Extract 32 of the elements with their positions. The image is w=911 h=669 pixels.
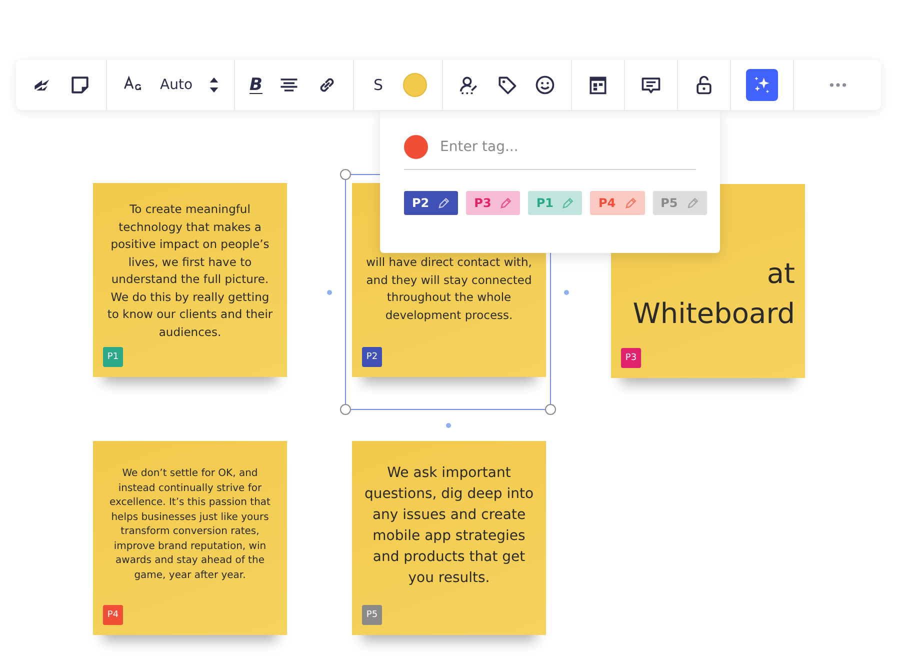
note-text: We don’t settle for OK, and instead continually strive for excellence. It’s this passion that helps businesses just like yours transform conversion rates, improve brand reputation, win awards and stay ahead of the game, year after year. (108, 467, 272, 582)
bold-button[interactable]: B (250, 75, 262, 95)
note-text: We ask important questions, dig deep into any issues and create mobile app strategies and products that get you results. (363, 464, 535, 588)
resize-handle[interactable] (340, 404, 351, 415)
connector-dot[interactable] (564, 290, 569, 295)
connector-dot[interactable] (327, 290, 332, 295)
sticky-note[interactable]: To create meaningful technology that makes a positive impact on people’s lives, we first have to understand the full picture. We do this by really getting to know our clients and their audiences. P1 (93, 183, 287, 377)
emoji-icon[interactable] (534, 74, 556, 96)
tag-chip[interactable]: P2 (404, 191, 458, 215)
note-text: To create meaningful technology that makes a positive impact on people’s lives, we first have to understand the full picture. We do this by really getting to know our clients and their audiences. (106, 201, 274, 340)
sticky-note[interactable]: We ask important questions, dig deep into any issues and create mobile app strategies and products that get you results. P5 (352, 441, 546, 635)
color-swatch[interactable] (403, 73, 428, 97)
note-tag: P4 (103, 605, 123, 625)
note-text: at Whiteboard (632, 256, 796, 332)
note-text: will have direct contact with, and they will stay connected throughout the whole development process. (365, 254, 533, 324)
layout-icon[interactable] (587, 74, 610, 96)
pencil-icon[interactable] (437, 196, 450, 210)
resize-handle[interactable] (340, 169, 351, 180)
note-tag: P3 (621, 348, 641, 368)
note-tag: P1 (103, 347, 123, 367)
more-icon[interactable] (828, 82, 846, 88)
sticky-note-icon[interactable] (69, 74, 91, 96)
note-tag: P2 (362, 347, 382, 367)
sparkle-button[interactable] (746, 69, 778, 101)
note-tag: P5 (362, 605, 382, 625)
resize-handle[interactable] (545, 404, 556, 415)
size-label[interactable]: S (369, 76, 388, 94)
tag-icon[interactable] (496, 74, 518, 96)
tag-color-dot[interactable] (404, 135, 428, 159)
connector-dot[interactable] (446, 423, 451, 428)
font-size-value[interactable]: Auto (160, 77, 193, 93)
sticky-note[interactable] (93, 441, 287, 635)
